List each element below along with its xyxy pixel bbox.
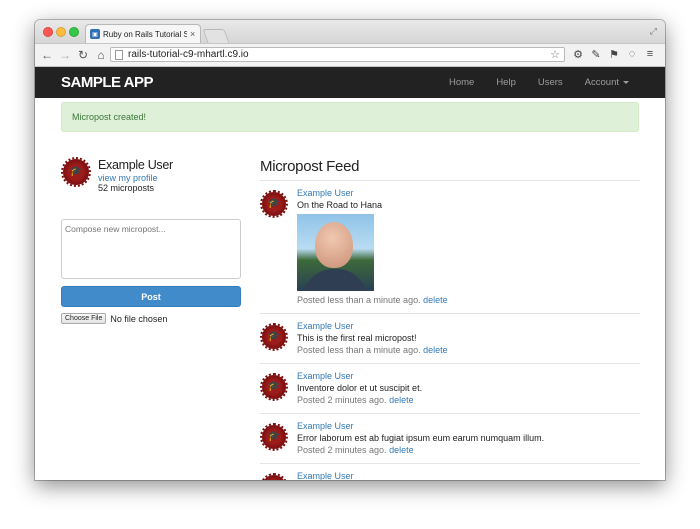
back-arrow-icon[interactable]: ← bbox=[41, 48, 53, 62]
delete-link[interactable]: delete bbox=[389, 445, 414, 455]
extension-pen-icon[interactable]: ✎ bbox=[590, 48, 602, 61]
choose-file-button[interactable]: Choose File bbox=[61, 313, 107, 324]
feed-title: Micropost Feed bbox=[260, 158, 360, 175]
graduation-cap-icon: 🎓 bbox=[267, 198, 281, 209]
post-timestamp: Posted less than a minute ago. delete bbox=[297, 295, 448, 305]
flash-success: Micropost created! bbox=[61, 102, 639, 132]
minimize-window-button[interactable] bbox=[56, 27, 66, 37]
post-divider bbox=[260, 313, 640, 314]
post-gravatar[interactable]: 🎓 bbox=[260, 323, 288, 351]
post-user-link[interactable]: Example User bbox=[297, 421, 354, 431]
graduation-cap-icon: 🎓 bbox=[267, 431, 281, 442]
nav-home-link[interactable]: Home bbox=[449, 77, 474, 88]
address-bar[interactable]: rails-tutorial-c9-mhartl.c9.io ☆ bbox=[110, 47, 565, 62]
delete-link[interactable]: delete bbox=[423, 295, 448, 305]
nav-account-dropdown[interactable]: Account bbox=[585, 77, 629, 88]
post-user-link[interactable]: Example User bbox=[297, 188, 354, 198]
compose-micropost-input[interactable] bbox=[61, 219, 241, 279]
post-timestamp: Posted 2 minutes ago. delete bbox=[297, 445, 414, 455]
file-chooser: Choose File No file chosen bbox=[61, 313, 167, 324]
post-user-link[interactable]: Example User bbox=[297, 471, 354, 480]
fullscreen-icon[interactable]: ⤢ bbox=[650, 26, 657, 37]
feed-post: 🎓 Example User This is the first real mi… bbox=[260, 321, 640, 364]
delete-link[interactable]: delete bbox=[389, 395, 414, 405]
post-gravatar[interactable]: 🎓 bbox=[260, 190, 288, 218]
extension-circle-icon[interactable]: ◌ bbox=[626, 48, 638, 61]
tab-title: Ruby on Rails Tutorial Sam bbox=[103, 29, 187, 39]
post-divider bbox=[260, 463, 640, 464]
user-name: Example User bbox=[98, 158, 173, 172]
view-profile-link[interactable]: view my profile bbox=[98, 173, 158, 183]
browser-tab[interactable]: ▣ Ruby on Rails Tutorial Sam × bbox=[85, 24, 201, 43]
user-gravatar[interactable]: 🎓 bbox=[61, 157, 91, 187]
title-bar: ▣ Ruby on Rails Tutorial Sam × ⤢ bbox=[35, 20, 665, 44]
bookmark-star-icon[interactable]: ☆ bbox=[550, 48, 560, 61]
forward-arrow-icon[interactable]: → bbox=[59, 48, 71, 62]
browser-toolbar: ← → ↻ ⌂ rails-tutorial-c9-mhartl.c9.io ☆… bbox=[35, 44, 665, 67]
nav-help-link[interactable]: Help bbox=[496, 77, 516, 88]
post-user-link[interactable]: Example User bbox=[297, 371, 354, 381]
app-logo[interactable]: SAMPLE APP bbox=[61, 74, 153, 91]
feed-post: 🎓 Example User Inventore dolor et ut sus… bbox=[260, 371, 640, 414]
post-timestamp: Posted 2 minutes ago. delete bbox=[297, 395, 414, 405]
post-content: Error laborum est ab fugiat ipsum eum ea… bbox=[297, 433, 545, 443]
extension-flag-icon[interactable]: ⚑ bbox=[608, 48, 620, 61]
app-navbar: SAMPLE APP Home Help Users Account bbox=[35, 67, 665, 98]
micropost-count: 52 microposts bbox=[98, 183, 155, 193]
close-window-button[interactable] bbox=[43, 27, 53, 37]
post-gravatar[interactable]: 🎓 bbox=[260, 373, 288, 401]
url-text: rails-tutorial-c9-mhartl.c9.io bbox=[128, 49, 249, 60]
post-content: This is the first real micropost! bbox=[297, 333, 417, 343]
no-file-label: No file chosen bbox=[110, 313, 168, 324]
graduation-cap-icon: 🎓 bbox=[267, 331, 281, 342]
caret-down-icon bbox=[623, 80, 629, 84]
new-tab-button[interactable] bbox=[202, 29, 230, 43]
post-divider bbox=[260, 363, 640, 364]
post-timestamp: Posted less than a minute ago. delete bbox=[297, 345, 448, 355]
feed-post: 🎓 Example User bbox=[260, 471, 640, 480]
feed-post: 🎓 Example User On the Road to Hana Poste… bbox=[260, 188, 640, 314]
post-gravatar[interactable]: 🎓 bbox=[260, 473, 288, 480]
feed-post: 🎓 Example User Error laborum est ab fugi… bbox=[260, 421, 640, 464]
post-divider bbox=[260, 413, 640, 414]
menu-icon[interactable]: ≡ bbox=[644, 48, 656, 61]
feed-divider bbox=[260, 180, 640, 181]
nav-users-link[interactable]: Users bbox=[538, 77, 563, 88]
graduation-cap-icon: 🎓 bbox=[267, 381, 281, 392]
settings-gear-icon[interactable]: ⚙ bbox=[572, 48, 584, 61]
post-content: Inventore dolor et ut suscipit et. bbox=[297, 383, 423, 393]
graduation-cap-icon: 🎓 bbox=[69, 166, 83, 177]
post-user-link[interactable]: Example User bbox=[297, 321, 354, 331]
home-icon[interactable]: ⌂ bbox=[95, 48, 107, 62]
rails-favicon-icon: ▣ bbox=[90, 29, 100, 39]
nav-account-label: Account bbox=[584, 77, 619, 88]
post-photo bbox=[297, 214, 374, 291]
reload-icon[interactable]: ↻ bbox=[77, 48, 89, 62]
post-gravatar[interactable]: 🎓 bbox=[260, 423, 288, 451]
zoom-window-button[interactable] bbox=[69, 27, 79, 37]
post-button[interactable]: Post bbox=[61, 286, 241, 307]
post-content: On the Road to Hana bbox=[297, 200, 383, 210]
tab-close-icon[interactable]: × bbox=[190, 29, 195, 39]
page-icon bbox=[115, 49, 123, 60]
delete-link[interactable]: delete bbox=[423, 345, 448, 355]
